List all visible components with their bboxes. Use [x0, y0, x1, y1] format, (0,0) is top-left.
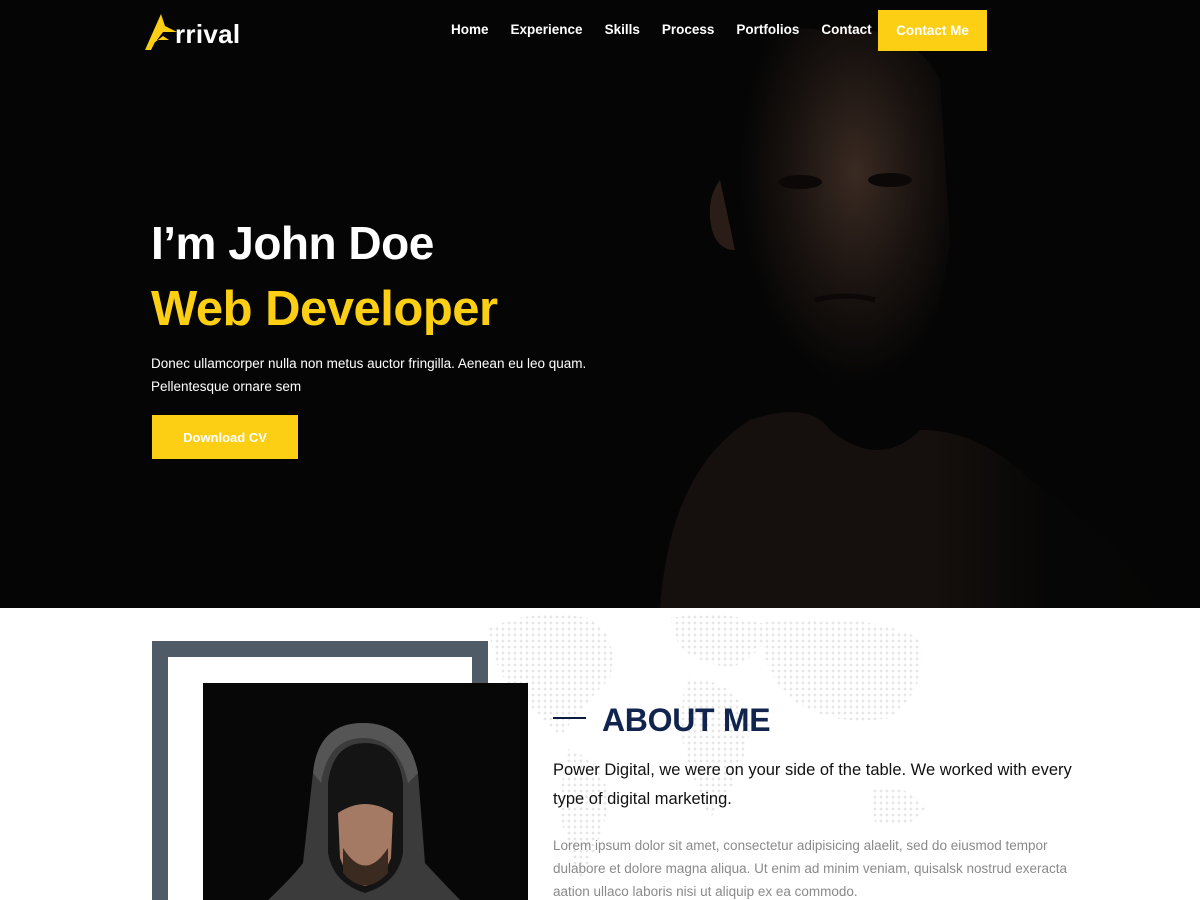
about-photo [203, 683, 528, 900]
about-body-text: Lorem ipsum dolor sit amet, consectetur … [553, 838, 1068, 899]
main-menu: Home Experience Skills Process Portfolio… [440, 20, 883, 39]
download-cv-button[interactable]: Download CV [152, 415, 298, 459]
hero-section: rrival Home Experience Skills Process Po… [0, 0, 1200, 608]
section-divider-line [553, 717, 586, 719]
brand-name: rrival [175, 19, 241, 49]
nav-item-process[interactable]: Process [651, 20, 726, 39]
nav-item-skills[interactable]: Skills [594, 20, 651, 39]
nav-item-home[interactable]: Home [440, 20, 500, 39]
about-title: ABOUT ME [602, 702, 771, 738]
nav-item-portfolios[interactable]: Portfolios [725, 20, 810, 39]
hero-title: I’m John Doe [151, 217, 434, 269]
arrow-a-logo-icon [145, 14, 177, 50]
hero-portrait-image [600, 0, 1200, 608]
about-lead-text: Power Digital, we were on your side of t… [553, 761, 1072, 808]
top-navbar: rrival Home Experience Skills Process Po… [0, 0, 1200, 70]
brand-logo[interactable]: rrival [143, 10, 240, 52]
nav-item-contact[interactable]: Contact [810, 20, 882, 39]
contact-me-button[interactable]: Contact Me [878, 10, 987, 51]
hero-subtitle: Web Developer [151, 282, 498, 336]
about-section: ABOUT ME Power Digital, we were on your … [0, 608, 1200, 900]
nav-item-experience[interactable]: Experience [500, 20, 594, 39]
hero-description: Donec ullamcorper nulla non metus auctor… [151, 356, 587, 394]
